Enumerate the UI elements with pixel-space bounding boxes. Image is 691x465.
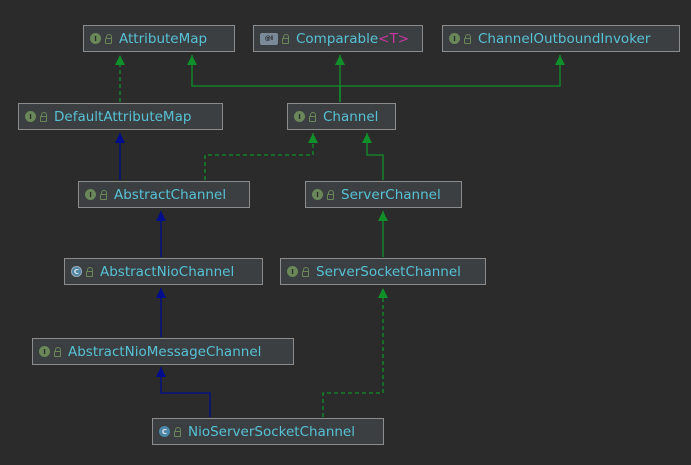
lock-icon: [54, 346, 61, 357]
lock-icon: [302, 266, 309, 277]
node-abstractchannel[interactable]: I AbstractChannel: [78, 181, 250, 208]
node-label: AbstractChannel: [114, 186, 227, 203]
arrowhead-abstractchannel: [156, 211, 166, 221]
node-label: AbstractNioMessageChannel: [68, 343, 262, 360]
lock-icon: [309, 111, 316, 122]
edge-abstractchannel-to-channel: [204, 133, 314, 180]
arrowhead-abstractniochannel: [156, 288, 166, 298]
node-label: AttributeMap: [119, 30, 208, 47]
interface-icon: I: [287, 266, 298, 277]
interface-icon: I: [312, 189, 323, 200]
interface-icon: I: [294, 111, 305, 122]
node-defaultattributemap[interactable]: I DefaultAttributeMap: [18, 103, 223, 130]
node-label: Channel: [323, 108, 379, 125]
lock-icon: [40, 111, 47, 122]
edge-nioserversocketchannel-to-abstractniomessagechannel: [160, 367, 211, 417]
node-serverchannel[interactable]: I ServerChannel: [305, 181, 462, 208]
node-nioserversocketchannel[interactable]: C NioServerSocketChannel: [152, 418, 384, 445]
arrowhead-abstractniomessagechannel: [156, 367, 166, 377]
node-channel[interactable]: I Channel: [287, 103, 396, 130]
node-label: AbstractNioChannel: [100, 263, 235, 280]
interface-icon: I: [39, 346, 50, 357]
node-comparable[interactable]: @I Comparable <T>: [253, 25, 423, 52]
lock-icon: [86, 266, 93, 277]
arrowhead-serverchannel: [378, 211, 388, 221]
node-channeloutboundinvoker[interactable]: I ChannelOutboundInvoker: [442, 25, 680, 52]
abstract-class-icon: C: [71, 266, 82, 277]
node-label: ChannelOutboundInvoker: [478, 30, 651, 47]
type-parameter: <T>: [378, 30, 410, 47]
class-icon: C: [159, 426, 170, 437]
uml-class-diagram: I AttributeMap @I Comparable <T> I Channe…: [0, 0, 691, 465]
lock-icon: [282, 33, 289, 44]
interface-icon: I: [85, 189, 96, 200]
node-label: Comparable: [296, 30, 379, 47]
lock-icon: [464, 33, 471, 44]
interface-icon: I: [449, 33, 460, 44]
node-abstractniomessagechannel[interactable]: I AbstractNioMessageChannel: [32, 338, 294, 365]
node-label: NioServerSocketChannel: [188, 423, 355, 440]
interface-icon: I: [90, 33, 101, 44]
lock-icon: [174, 426, 181, 437]
edge-channel-to-attributemap: [191, 55, 341, 102]
node-label: DefaultAttributeMap: [54, 108, 192, 125]
edge-channel-to-channeloutboundinvoker: [339, 55, 561, 102]
arrowhead-attributemap: [115, 55, 125, 65]
node-abstractniochannel[interactable]: C AbstractNioChannel: [64, 258, 263, 285]
arrowhead-attributemap: [187, 55, 197, 65]
interface-icon: I: [25, 111, 36, 122]
arrowhead-defaultattributemap: [115, 133, 125, 143]
lock-icon: [327, 189, 334, 200]
generic-interface-icon: @I: [260, 32, 278, 45]
arrowhead-channel: [308, 133, 318, 143]
arrowhead-comparable: [335, 55, 345, 65]
node-label: ServerChannel: [341, 186, 441, 203]
edge-nioserversocketchannel-to-serversocketchannel: [322, 288, 384, 417]
edge-layer: [115, 55, 565, 417]
lock-icon: [105, 33, 112, 44]
arrowhead-channeloutboundinvoker: [555, 55, 565, 65]
lock-icon: [100, 189, 107, 200]
node-serversocketchannel[interactable]: I ServerSocketChannel: [280, 258, 486, 285]
node-attributemap[interactable]: I AttributeMap: [83, 25, 235, 52]
arrowhead-serversocketchannel: [378, 288, 388, 298]
arrowhead-channel: [362, 133, 372, 143]
node-label: ServerSocketChannel: [316, 263, 461, 280]
